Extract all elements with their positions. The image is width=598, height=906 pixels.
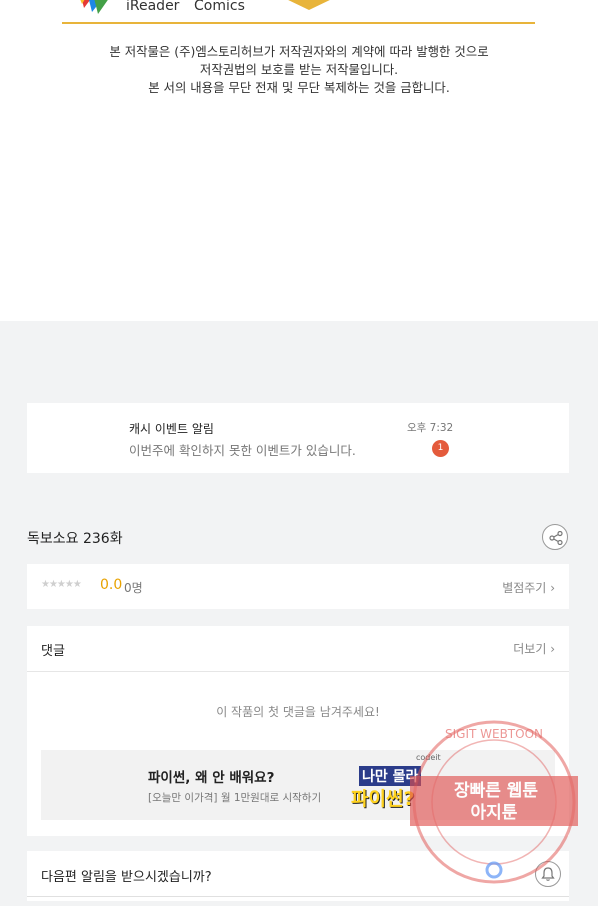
google-icon bbox=[485, 861, 503, 879]
watermark-ring-text: SIGIT WEBTOON bbox=[445, 727, 543, 741]
share-button[interactable] bbox=[542, 524, 568, 550]
comments-header: 댓글 더보기 › bbox=[27, 626, 569, 672]
copyright-notice: 본 저작물은 (주)엠스토리허브가 저작권자와의 계약에 따라 발행한 것으로 … bbox=[0, 43, 598, 97]
notification-badge: 1 bbox=[432, 440, 449, 457]
watermark-stamp: SIGIT WEBTOON 장빠른 웹툰 아지툰 bbox=[410, 720, 578, 884]
ad-subtitle: [오늘만 이가격] 월 1만원대로 시작하기 bbox=[148, 792, 322, 804]
chevron-right-icon: › bbox=[550, 581, 555, 595]
notification-message: 이번주에 확인하지 못한 이벤트가 있습니다. bbox=[129, 443, 356, 458]
notification-time: 오후 7:32 bbox=[407, 422, 454, 434]
comments-more-button[interactable]: 더보기 › bbox=[513, 640, 555, 657]
copyright-line-1: 본 저작물은 (주)엠스토리허브가 저작권자와의 계약에 따라 발행한 것으로 bbox=[109, 44, 489, 59]
copyright-line-2: 저작권법의 보호를 받는 저작물입니다. bbox=[199, 62, 399, 77]
ad-graphic-line-2: 파이썬? bbox=[351, 788, 415, 810]
comics-logo-text: Comics bbox=[194, 0, 245, 14]
watermark-line-1: 장빠른 웹툰 bbox=[454, 781, 538, 801]
subscribe-question: 다음편 알림을 받으시겠습니까? bbox=[41, 870, 212, 885]
episode-title: 독보소요 236화 bbox=[27, 531, 123, 547]
share-icon bbox=[549, 531, 563, 545]
rating-count: 0명 bbox=[124, 581, 143, 595]
more-label: 더보기 bbox=[513, 642, 547, 656]
ad-title: 파이썬, 왜 안 배워요? bbox=[148, 770, 275, 786]
cash-event-notification[interactable]: 캐시 이벤트 알림 이번주에 확인하지 못한 이벤트가 있습니다. 오후 7:3… bbox=[27, 403, 569, 473]
star-rating-icons: ★★★★★ bbox=[41, 579, 82, 590]
rating-score: 0.0 bbox=[100, 577, 123, 593]
watermark-line-2: 아지툰 bbox=[471, 803, 518, 823]
ireader-logo bbox=[80, 0, 108, 14]
rate-button[interactable]: 별점주기 › bbox=[502, 579, 555, 596]
rating-bar: ★★★★★ 0.0 0명 별점주기 › bbox=[27, 564, 569, 609]
mstory-logo bbox=[288, 0, 330, 10]
divider bbox=[27, 896, 569, 897]
notification-title: 캐시 이벤트 알림 bbox=[129, 422, 214, 436]
comments-title: 댓글 bbox=[41, 644, 65, 659]
ireader-logo-text: iReader bbox=[126, 0, 180, 14]
logo-divider bbox=[62, 22, 535, 24]
chevron-right-icon: › bbox=[550, 642, 555, 656]
rate-button-label: 별점주기 bbox=[502, 581, 547, 595]
copyright-area: iReader Comics 본 저작물은 (주)엠스토리허브가 저작권자와의 … bbox=[0, 0, 598, 321]
copyright-line-3: 본 서의 내용을 무단 전재 및 무단 복제하는 것을 금합니다. bbox=[148, 80, 450, 95]
